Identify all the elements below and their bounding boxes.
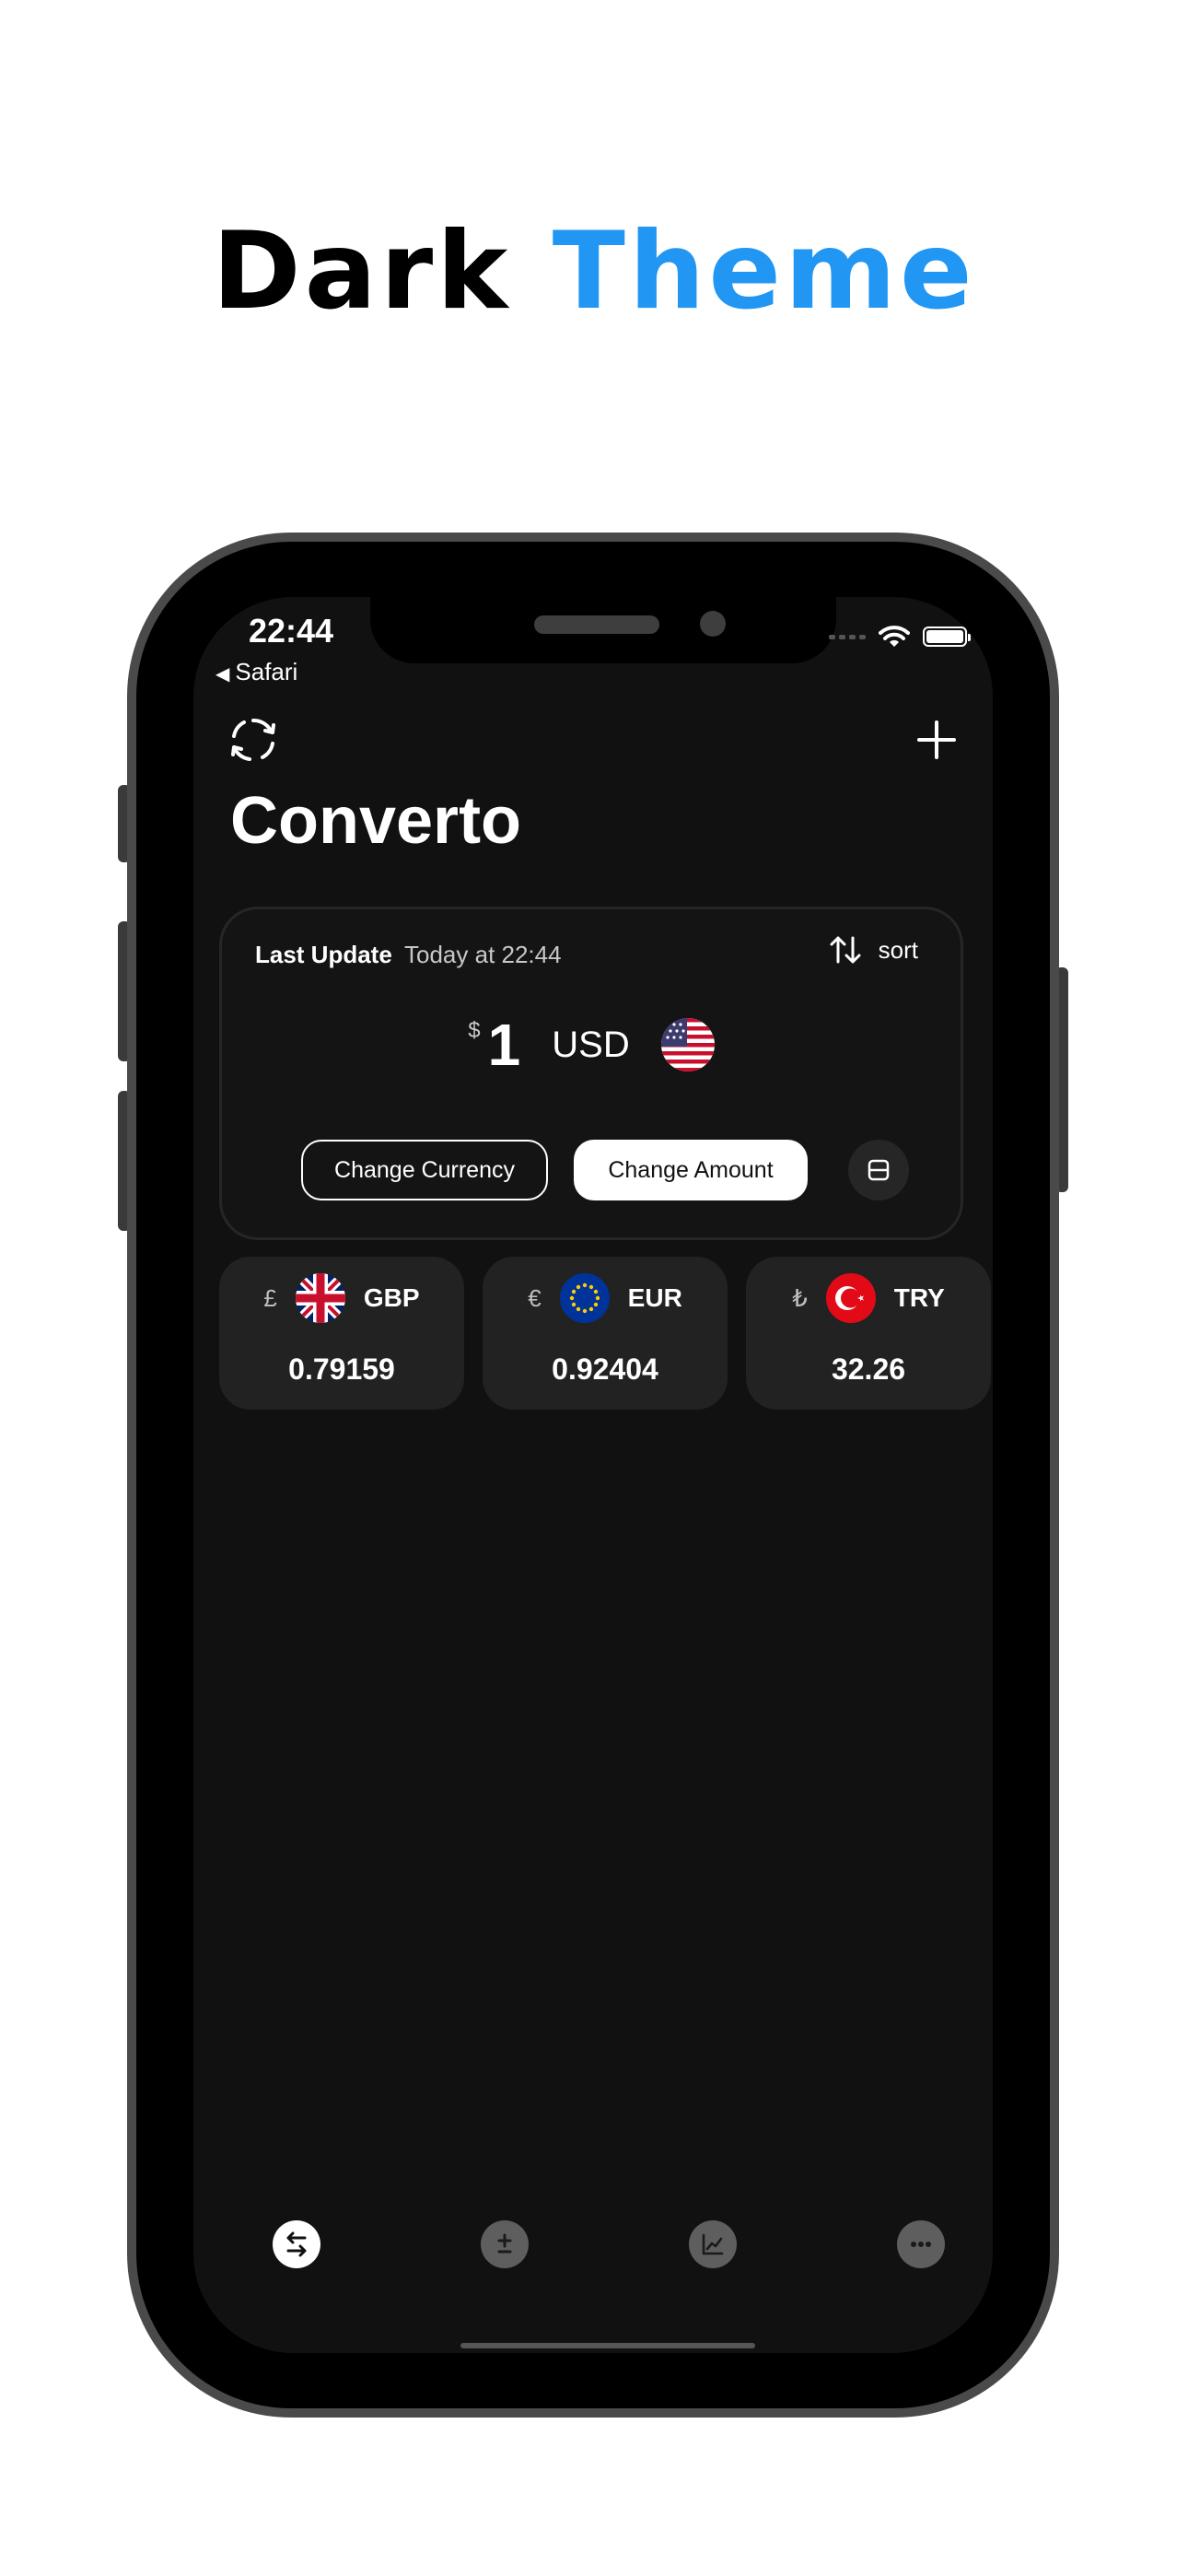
home-indicator [460,2343,755,2348]
tab-more[interactable] [897,2220,945,2268]
battery-icon [923,626,971,647]
phone-bezel: 22:44 ◀ Safari Converto Last Update Toda… [136,542,1050,2408]
more-icon [911,2242,931,2247]
sort-arrows-icon [830,936,861,964]
currency-symbol: £ [263,1283,277,1312]
uk-flag-icon [295,1273,345,1323]
tab-bar [193,2220,993,2276]
speaker [534,615,659,634]
status-indicators [829,625,971,649]
front-camera [700,611,726,637]
status-time: 22:44 [249,612,334,650]
headline-word-theme: Theme [552,209,976,334]
base-currency-code: USD [552,1024,630,1065]
tab-calculator[interactable] [481,2220,529,2268]
phone-frame: 22:44 ◀ Safari Converto Last Update Toda… [127,533,1059,2418]
back-app-label: Safari [235,658,298,685]
convert-icon [286,2231,307,2257]
currency-code: TRY [893,1283,945,1312]
rate-card-header: ₺ TRY [746,1273,991,1323]
turkey-flag-icon [825,1273,876,1323]
headline-word-dark: Dark [212,209,512,334]
rate-card-header: £ GBP [219,1273,464,1323]
currency-symbol: € [528,1283,542,1312]
plus-minus-icon [497,2233,512,2254]
headline: Dark Theme [0,207,1188,336]
rate-card-try[interactable]: ₺ TRY 32.26 [746,1257,991,1410]
rate-card-gbp[interactable]: £ GBP 0.79159 [219,1257,464,1410]
base-amount: 1 [487,1012,521,1078]
base-currency-symbol: $ [468,1018,481,1043]
base-currency-card: Last Update Today at 22:44 sort $ 1 USD [219,907,963,1240]
last-update-label: Last Update [255,941,392,968]
change-currency-button[interactable]: Change Currency [301,1140,548,1200]
change-amount-button[interactable]: Change Amount [574,1140,808,1200]
app-title: Converto [230,784,522,858]
rate-card-eur[interactable]: € EUR 0.92404 [483,1257,728,1410]
add-currency-icon[interactable] [914,717,960,763]
eu-flag-icon [559,1273,610,1323]
currency-symbol: ₺ [792,1283,808,1312]
last-update-value: Today at 22:44 [404,941,562,968]
sort-button[interactable]: sort [829,935,918,965]
chart-icon [702,2233,724,2255]
tab-convert[interactable] [273,2220,320,2268]
back-arrow-icon: ◀ [215,664,230,685]
back-to-app-link[interactable]: ◀ Safari [215,658,297,686]
layout-toggle-button[interactable] [848,1140,909,1200]
layout-icon [868,1159,890,1181]
refresh-icon[interactable] [228,715,278,765]
tab-charts[interactable] [689,2220,737,2268]
currency-code: EUR [627,1283,682,1312]
sort-label: sort [878,935,918,964]
wifi-icon [879,626,910,647]
rate-value: 32.26 [831,1352,906,1386]
cellular-signal-icon [829,634,866,639]
notch [370,597,836,663]
app-screen: 22:44 ◀ Safari Converto Last Update Toda… [193,597,993,2353]
base-amount-row[interactable]: $ 1 USD [222,1011,961,1079]
rate-value: 0.79159 [288,1352,395,1386]
currency-code: GBP [363,1283,420,1312]
rate-value: 0.92404 [552,1352,658,1386]
us-flag-icon [660,1018,715,1071]
rate-card-header: € EUR [483,1273,728,1323]
